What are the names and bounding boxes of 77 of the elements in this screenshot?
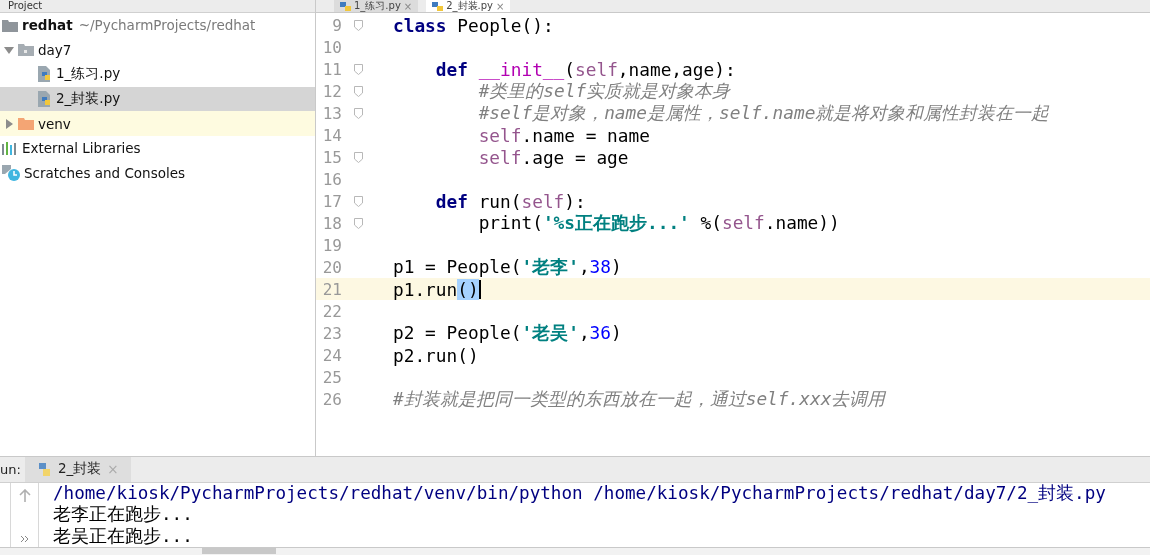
line-number: 25 (321, 367, 342, 387)
line-number: 21 (321, 279, 342, 299)
tree-item-label: redhat (22, 17, 73, 34)
tree-item[interactable]: Scratches and Consoles (0, 160, 315, 186)
code-line: print('%s正在跑步...' %(self.name)) (478, 211, 840, 235)
line-number: 12 (321, 81, 342, 101)
code-line: p2 = People('老吴',36) (393, 321, 622, 345)
up-arrow-icon[interactable] (18, 488, 31, 503)
line-number: 22 (321, 301, 342, 321)
tree-item[interactable]: redhat ~/PycharmProjects/redhat (0, 13, 315, 38)
folder-icon (2, 18, 18, 32)
tree-item[interactable]: 1_练习.py (0, 62, 315, 87)
fold-marker-icon[interactable] (354, 85, 363, 97)
console-line: /home/kiosk/PycharmProjects/redhat/venv/bin/python /home/kiosk/PycharmProjects/redhat/day7/2_封装.py (53, 482, 1106, 504)
editor-tab[interactable]: 1_练习.py × (334, 0, 419, 12)
line-number: 11 (321, 59, 342, 79)
tree-item-label: 2_封装.py (56, 90, 121, 109)
line-number: 20 (321, 257, 342, 277)
line-number: 10 (321, 37, 342, 57)
code-line: p2.run() (393, 344, 479, 366)
fold-marker-icon[interactable] (354, 63, 363, 75)
code-line: #类里的self实质就是对象本身 (478, 80, 731, 103)
line-number: 19 (321, 235, 342, 255)
panel-title: Project (7, 0, 43, 12)
python-file-icon (340, 1, 351, 11)
code-line: p1.run() (393, 278, 479, 300)
scrollbar-thumb[interactable] (202, 548, 276, 554)
code-line: def run(self): (435, 190, 586, 212)
line-number: 23 (321, 323, 342, 343)
python-file-icon (432, 1, 444, 11)
python-icon (37, 461, 52, 477)
collapsed-arrow-icon[interactable] (4, 118, 14, 129)
fold-marker-icon[interactable] (354, 151, 363, 163)
tree-item-label: day7 (38, 41, 72, 58)
code-line: #封装就是把同一类型的东西放在一起，通过self.xxx去调用 (393, 387, 886, 411)
line-number: 17 (321, 191, 342, 211)
line-number: 26 (321, 389, 342, 409)
code-line: #self是对象，name是属性，self.name就是将对象和属性封装在一起 (478, 101, 1050, 125)
fold-marker-icon[interactable] (354, 195, 363, 207)
close-icon[interactable]: × (496, 0, 505, 12)
code-line: p1 = People('老李',38) (393, 255, 622, 279)
fold-marker-icon[interactable] (354, 217, 363, 229)
code-line: class People(): (393, 14, 554, 36)
tree-item-label: External Libraries (22, 140, 141, 157)
line-number: 13 (321, 103, 342, 123)
panel-label: un: (0, 460, 22, 479)
line-number: 14 (321, 125, 342, 145)
fold-marker-icon[interactable] (354, 19, 363, 31)
code-line: def __init__(self,name,age): (435, 58, 736, 80)
tree-item[interactable]: venv (0, 111, 315, 136)
python-file-icon (38, 66, 52, 83)
more-icon[interactable] (19, 535, 30, 543)
editor-tab[interactable]: 2_封装.py × (426, 0, 511, 12)
tree-item-label: venv (38, 115, 71, 132)
tree-item-label: Scratches and Consoles (24, 164, 186, 181)
console-line: 老李正在跑步... (53, 504, 194, 526)
tree-item[interactable]: 2_封装.py (0, 86, 315, 112)
folder-icon (18, 117, 34, 131)
expanded-arrow-icon[interactable] (4, 44, 14, 55)
run-tab[interactable]: 2_封装 × (25, 456, 131, 482)
tree-item[interactable]: day7 (0, 37, 315, 63)
code-line: self.age = age (478, 146, 629, 168)
line-number: 16 (321, 169, 342, 189)
text-caret (478, 279, 481, 299)
line-number: 9 (331, 15, 342, 35)
line-number: 18 (321, 213, 342, 233)
folder-icon (18, 43, 34, 57)
project-path: ~/PycharmProjects/redhat (78, 17, 256, 34)
fold-marker-icon[interactable] (354, 107, 363, 119)
line-number: 24 (321, 345, 342, 365)
libraries-icon (2, 141, 18, 155)
tree-item-label: 1_练习.py (56, 65, 121, 84)
code-line: self.name = name (478, 124, 650, 146)
tree-item[interactable]: External Libraries (0, 135, 315, 161)
python-file-icon (38, 91, 52, 108)
line-number: 15 (321, 147, 342, 167)
console-line: 老吴正在跑步... (53, 525, 194, 547)
